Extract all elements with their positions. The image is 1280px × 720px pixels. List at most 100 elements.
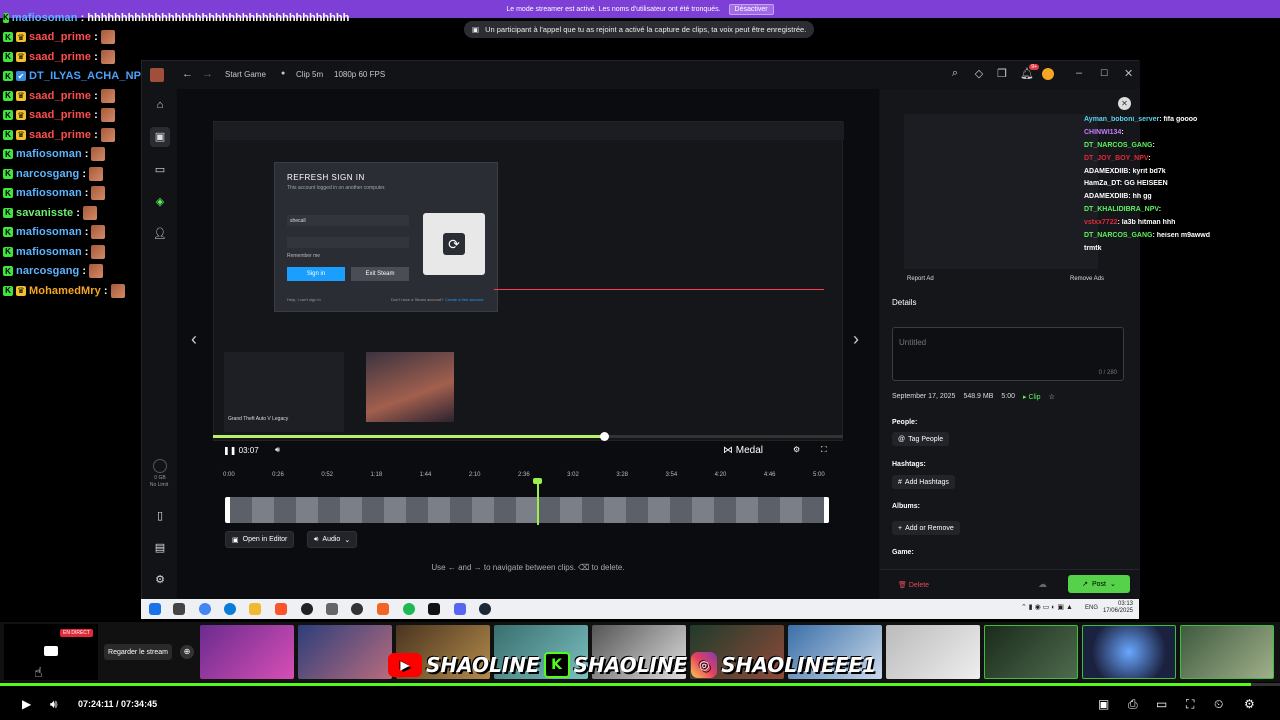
volume-icon[interactable]: 🔊︎ (275, 445, 280, 455)
forward-arrow-icon[interactable]: → (202, 68, 213, 80)
edge-icon[interactable] (224, 603, 236, 615)
clip-length-label[interactable]: Clip 5m (296, 70, 323, 79)
chat-username[interactable]: savanisste (16, 207, 73, 219)
help-link[interactable]: Help, I can't sign in (287, 297, 321, 302)
diamond-icon[interactable]: ◈ (153, 195, 167, 209)
chat-username[interactable]: MohamedMry (29, 285, 101, 297)
volume-icon[interactable]: 🔊︎ (50, 697, 58, 712)
theater-mode-icon[interactable]: ▭ (1156, 697, 1167, 711)
gem-icon[interactable]: ◇ (972, 67, 986, 81)
phone-icon[interactable]: ▯ (153, 509, 167, 523)
audio-dropdown[interactable]: 🔊︎ Audio ⌄ (307, 531, 358, 548)
chat-username[interactable]: saad_prime (29, 90, 91, 102)
stream-thumb-8[interactable] (886, 625, 980, 679)
next-clip-arrow-icon[interactable]: › (853, 329, 859, 350)
delete-button[interactable]: 🗑︎ Delete (898, 581, 929, 589)
username-field[interactable]: shecall (287, 215, 409, 226)
task-view-icon[interactable] (173, 603, 185, 615)
app-icon-3[interactable] (377, 603, 389, 615)
friends-icon[interactable]: 👤︎ (153, 227, 167, 241)
password-field[interactable] (287, 237, 409, 248)
chat-username[interactable]: saad_prime (29, 109, 91, 121)
play-icon[interactable]: ▶ (22, 697, 31, 711)
chat-username[interactable]: narcosgang (16, 168, 79, 180)
overlay-chat-username[interactable]: DT_JOY_BOY_NPV (1084, 155, 1148, 162)
profile-avatar[interactable] (1042, 68, 1054, 80)
overlay-chat-username[interactable]: DT_KHALIDIBRA_NPV (1084, 206, 1159, 213)
overlay-close-icon[interactable]: ✕ (1118, 97, 1131, 110)
fullscreen-icon[interactable]: ⛶ (821, 445, 827, 455)
home-icon[interactable]: ⌂ (153, 99, 167, 113)
feedback-icon[interactable]: ▤ (153, 541, 167, 555)
clips-library-icon[interactable]: ▣ (150, 127, 170, 147)
chat-username[interactable]: mafiosoman (16, 246, 82, 258)
chat-username[interactable]: mafiosoman (16, 187, 82, 199)
report-ad-link[interactable]: Report Ad (907, 276, 934, 282)
clip-frame[interactable]: REFRESH SIGN IN This account logged in o… (213, 121, 844, 441)
back-arrow-icon[interactable]: ← (182, 68, 193, 80)
brave-icon[interactable] (275, 603, 287, 615)
cloud-upload-icon[interactable]: ☁ (1038, 579, 1047, 590)
stream-progress-track[interactable] (0, 683, 1280, 686)
tag-people-button[interactable]: @ Tag People (892, 432, 950, 446)
open-in-editor-button[interactable]: ▣ Open in Editor (225, 531, 295, 548)
start-game-link[interactable]: Start Game (225, 70, 266, 79)
signin-button[interactable]: Sign in (287, 267, 345, 281)
live-tile[interactable]: EN DIRECT (4, 624, 98, 680)
timeline-filmstrip[interactable] (225, 497, 829, 523)
prev-clip-arrow-icon[interactable]: ‹ (191, 329, 197, 350)
post-button[interactable]: ↗ Post ⌄ (1068, 575, 1130, 593)
title-input[interactable]: Untitled 0 / 280 (892, 327, 1124, 381)
bell-icon[interactable]: 🔔︎ 9+ (1020, 64, 1039, 81)
watch-stream-button[interactable]: Regarder le stream (104, 644, 172, 660)
language-indicator[interactable]: ENG (1085, 605, 1098, 611)
stream-thumb-1[interactable] (200, 625, 294, 679)
maximize-icon[interactable]: ☐ (1100, 68, 1108, 79)
miniplayer-icon[interactable]: ▣ (1098, 697, 1109, 711)
stream-thumb-11[interactable] (1180, 625, 1274, 679)
chat-username[interactable]: DT_ILYAS_ACHA_NPV (29, 70, 148, 82)
overlay-chat-username[interactable]: ADAMEXDIIB (1084, 168, 1128, 175)
exit-steam-button[interactable]: Exit Steam (351, 267, 409, 281)
steam-icon[interactable] (479, 603, 491, 615)
play-pause-time[interactable]: ❚❚ 03:07 (223, 446, 259, 455)
chat-username[interactable]: mafiosoman (16, 226, 82, 238)
add-stream-icon[interactable]: ⊕ (180, 645, 194, 659)
overlay-chat-username[interactable]: vstxx7722 (1084, 219, 1117, 226)
playback-scrubber-knob[interactable] (599, 432, 609, 441)
add-hashtags-button[interactable]: # Add Hashtags (892, 475, 955, 489)
minimize-icon[interactable]: – (1076, 67, 1082, 79)
clock[interactable]: 03:13 17/06/2025 (1103, 601, 1133, 615)
chat-username[interactable]: mafiosoman (12, 12, 78, 24)
stream-thumb-2[interactable] (298, 625, 392, 679)
chat-username[interactable]: saad_prime (29, 129, 91, 141)
overlay-chat-username[interactable]: ADAMEXDIIB (1084, 193, 1128, 200)
favorite-star-icon[interactable]: ☆ (1049, 393, 1055, 401)
windows-start-icon[interactable] (149, 603, 161, 615)
stream-thumb-9[interactable] (984, 625, 1078, 679)
overlay-chat-username[interactable]: Ayman_boboni_server (1084, 116, 1159, 123)
overlay-chat-username[interactable]: DT_NARCOS_GANG (1084, 232, 1152, 239)
app-avatar[interactable] (150, 68, 164, 82)
chat-username[interactable]: narcosgang (16, 265, 79, 277)
create-account-link[interactable]: Create a free account (445, 297, 483, 302)
chat-username[interactable]: saad_prime (29, 31, 91, 43)
medal-taskbar-icon[interactable] (428, 603, 440, 615)
discord-icon[interactable] (454, 603, 466, 615)
remember-me-checkbox[interactable]: Remember me (287, 253, 320, 259)
chrome-icon[interactable] (199, 603, 211, 615)
clips-icon[interactable]: ❐ (995, 67, 1009, 81)
stream-thumb-10[interactable] (1082, 625, 1176, 679)
settings-gear-icon[interactable]: ⚙ (1244, 697, 1255, 711)
post-chevron-icon[interactable]: ⌄ (1110, 580, 1116, 588)
playback-progress-track[interactable] (213, 432, 843, 441)
player-settings-icon[interactable]: ⚙ (793, 445, 800, 454)
refresh-icon[interactable]: ⟳ (443, 233, 465, 255)
timeline-playhead[interactable] (537, 481, 539, 525)
spotify-icon[interactable] (403, 603, 415, 615)
app-icon-1[interactable] (326, 603, 338, 615)
overlay-chat-username[interactable]: CHINWI134 (1084, 129, 1121, 136)
overlay-chat-username[interactable]: HamZa_DT (1084, 180, 1120, 187)
settings-icon[interactable]: ⚙ (153, 573, 167, 587)
obs-icon[interactable] (301, 603, 313, 615)
